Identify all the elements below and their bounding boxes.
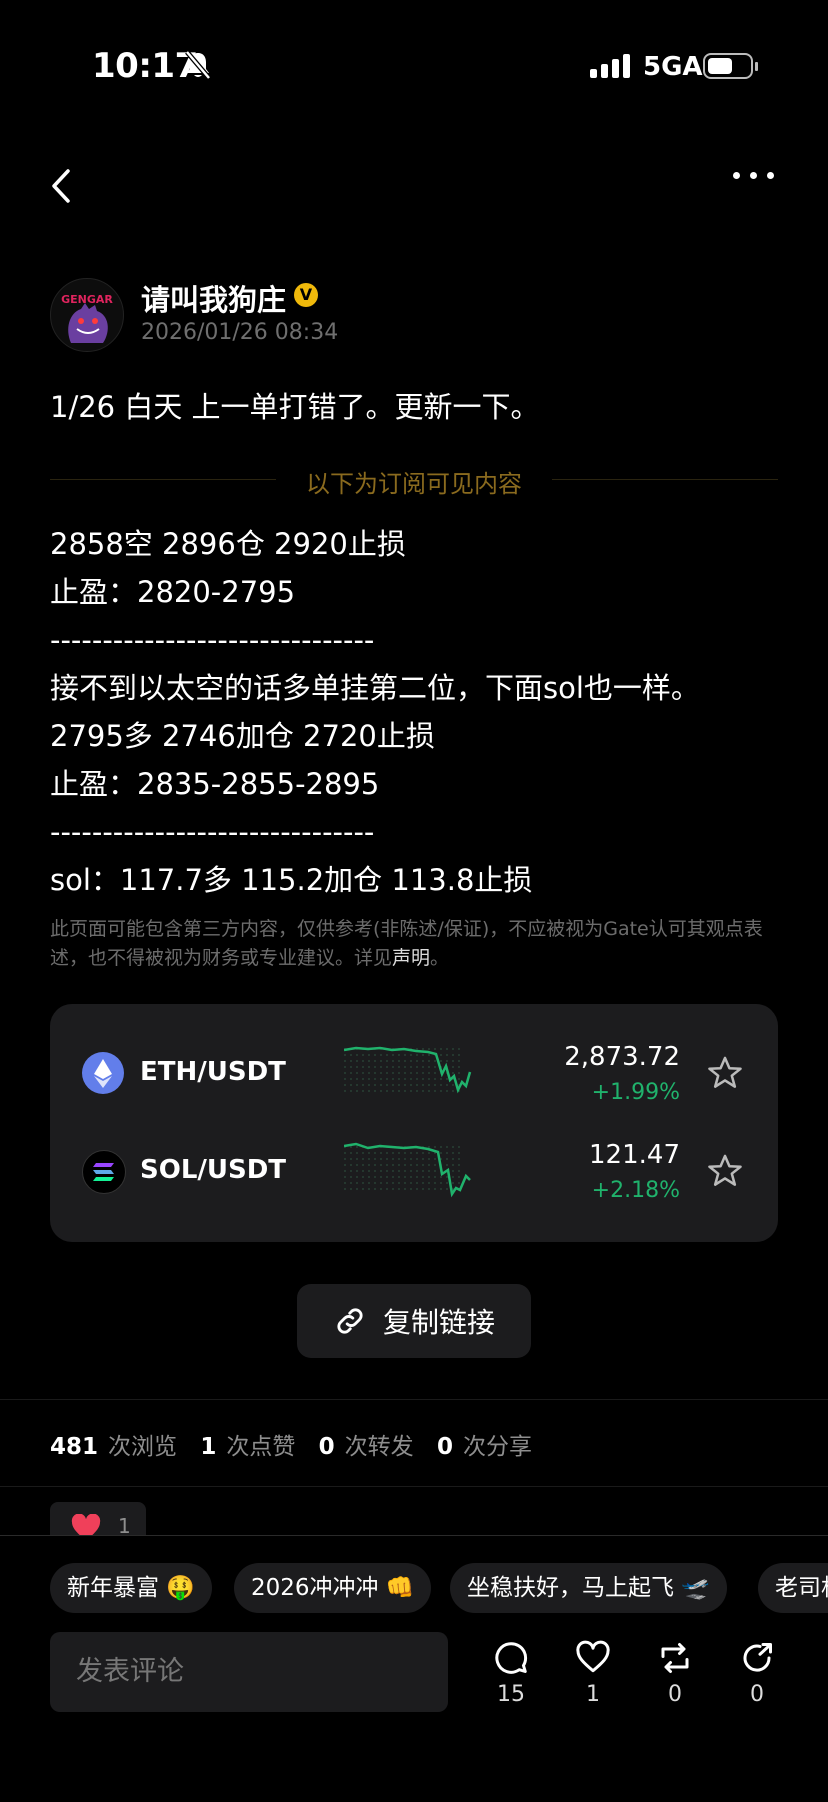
content-line: 止盈：2820-2795: [50, 575, 296, 609]
bell-muted-icon: [184, 50, 212, 84]
price-change: +2.18%: [591, 1178, 680, 1203]
copy-link-label: 复制链接: [382, 1306, 495, 1339]
author-name[interactable]: 请叫我狗庄: [141, 277, 286, 319]
price-change: +1.99%: [591, 1080, 680, 1105]
network-label: 5GA: [643, 52, 703, 82]
disclaimer-link[interactable]: 声明: [392, 947, 430, 969]
views-label: 次浏览: [108, 1434, 178, 1460]
market-row-sol[interactable]: SOL/USDT 121.47 +2.18%: [50, 1124, 778, 1220]
heart-outline-icon: [576, 1640, 610, 1673]
views-count: 481: [50, 1434, 99, 1460]
like-action[interactable]: 1: [563, 1640, 623, 1707]
bottom-panel: 新年暴富 🤑 2026冲冲冲 👊 坐稳扶好，马上起飞 🛫 老司机 发表评论 15…: [0, 1535, 828, 1802]
quick-reply-chip[interactable]: 2026冲冲冲 👊: [234, 1563, 432, 1613]
comment-input[interactable]: 发表评论: [50, 1632, 448, 1712]
pair-name: SOL/USDT: [140, 1155, 287, 1185]
reposts-label: 次转发: [344, 1434, 414, 1460]
avatar-text: GENGAR: [61, 293, 113, 306]
status-time: 10:17: [92, 46, 198, 86]
share-count: 0: [750, 1682, 764, 1707]
likes-label: 次点赞: [226, 1434, 296, 1460]
separator: [0, 1486, 828, 1487]
content-line: -------------------------------: [50, 815, 375, 849]
content-line: sol：117.7多 115.2加仓 113.8止损: [50, 863, 533, 897]
pair-name: ETH/USDT: [140, 1057, 286, 1087]
eth-sparkline: [344, 1046, 472, 1096]
content-line: 2858空 2896仓 2920止损: [50, 527, 406, 561]
content-line: 止盈：2835-2855-2895: [50, 767, 380, 801]
link-icon: [337, 1308, 363, 1334]
separator: [0, 1399, 828, 1400]
comment-icon: [495, 1642, 528, 1674]
disclaimer: 此页面可能包含第三方内容，仅供参考(非陈述/保证)，不应被视为Gate认可其观点…: [50, 915, 780, 973]
subscriber-divider-label: 以下为订阅可见内容: [306, 470, 522, 498]
likes-count: 1: [200, 1434, 217, 1460]
star-icon[interactable]: [706, 1054, 744, 1096]
repost-icon: [661, 1643, 689, 1673]
copy-link-button[interactable]: 复制链接: [297, 1284, 531, 1358]
market-row-eth[interactable]: ETH/USDT 2,873.72 +1.99%: [50, 1026, 778, 1122]
share-icon: [743, 1643, 772, 1672]
ethereum-icon: [82, 1052, 124, 1094]
back-button[interactable]: [50, 168, 72, 208]
comment-count: 15: [497, 1682, 525, 1707]
verified-badge-icon: V: [294, 283, 318, 307]
post-intro: 1/26 白天 上一单打错了。更新一下。: [50, 390, 540, 424]
content-line: 接不到以太空的话多单挂第二位，下面sol也一样。: [50, 671, 700, 705]
avatar[interactable]: GENGAR: [50, 278, 124, 352]
post-stats: 481 次浏览 1 次点赞 0 次转发 0 次分享: [50, 1427, 532, 1461]
solana-icon: [82, 1150, 126, 1194]
shares-count: 0: [436, 1434, 453, 1460]
share-action[interactable]: 0: [727, 1640, 787, 1707]
star-icon[interactable]: [706, 1152, 744, 1194]
quick-reply-chip[interactable]: 坐稳扶好，马上起飞 🛫: [450, 1563, 727, 1613]
quick-reply-chip[interactable]: 老司机: [758, 1563, 828, 1613]
price: 2,873.72: [564, 1042, 680, 1072]
post-content: 2858空 2896仓 2920止损 止盈：2820-2795 --------…: [50, 520, 790, 904]
quick-reply-chip[interactable]: 新年暴富 🤑: [50, 1563, 212, 1613]
content-line: -------------------------------: [50, 623, 375, 657]
post-timestamp: 2026/01/26 08:34: [141, 320, 339, 345]
like-count: 1: [586, 1682, 600, 1707]
sol-sparkline: [344, 1142, 471, 1198]
repost-action[interactable]: 0: [645, 1640, 705, 1707]
repost-count: 0: [668, 1682, 682, 1707]
more-options-button[interactable]: [733, 172, 774, 179]
disclaimer-end: 。: [430, 947, 450, 969]
signal-icon: [590, 54, 630, 78]
comment-action[interactable]: 15: [481, 1640, 541, 1707]
battery-icon: [703, 53, 758, 79]
reposts-count: 0: [318, 1434, 335, 1460]
content-line: 2795多 2746加仓 2720止损: [50, 719, 435, 753]
shares-label: 次分享: [463, 1434, 532, 1460]
price: 121.47: [589, 1140, 680, 1170]
market-card: ETH/USDT 2,873.72 +1.99% SOL/USDT 121.47…: [50, 1004, 778, 1242]
